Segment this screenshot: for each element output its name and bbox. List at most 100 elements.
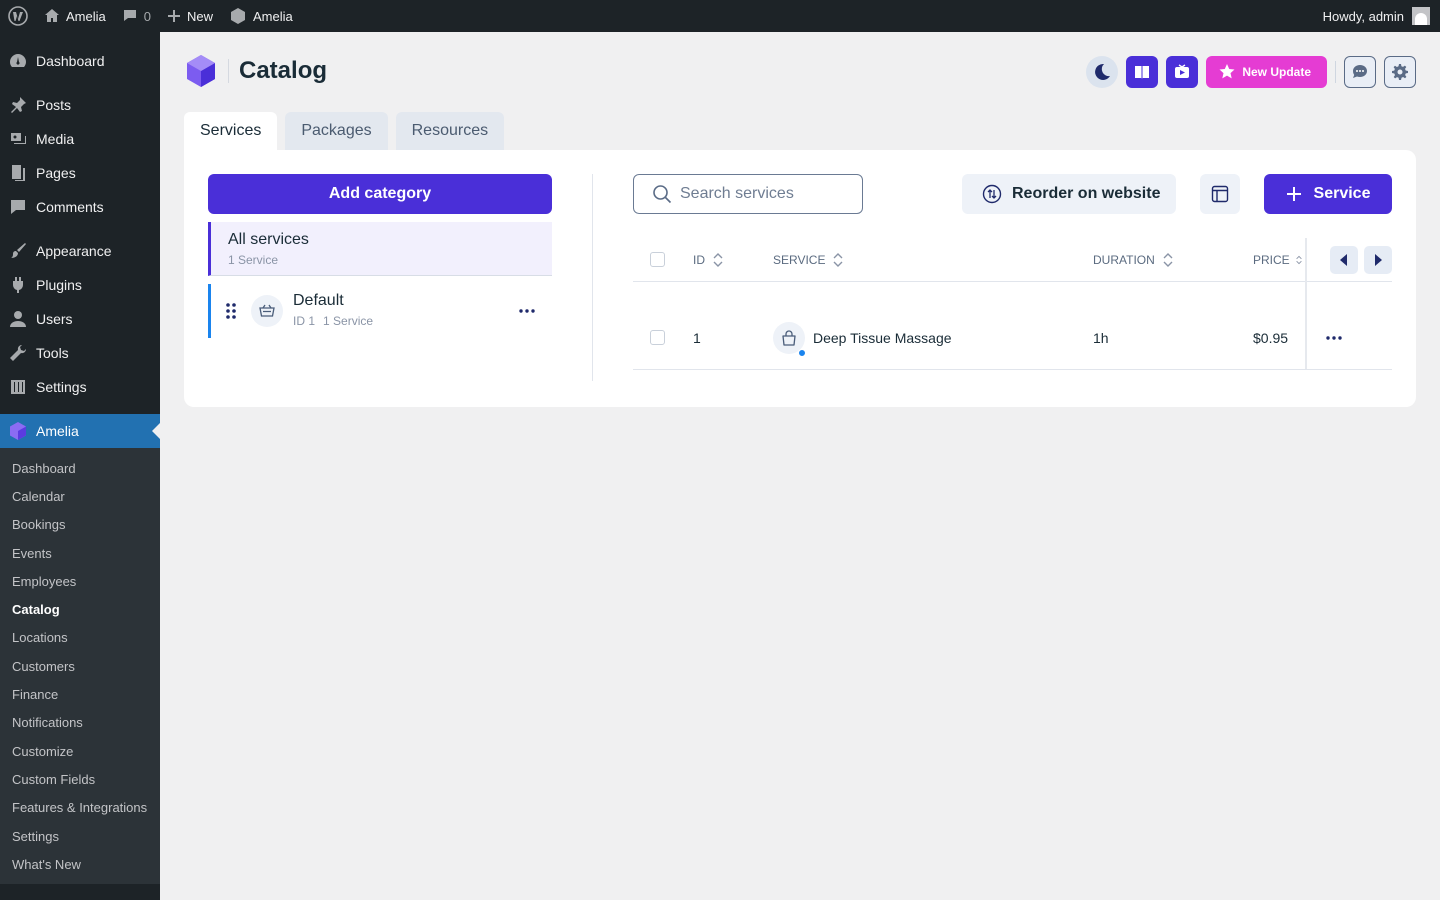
submenu-custom-fields[interactable]: Custom Fields [0,765,160,793]
table-row[interactable]: 1 Deep Tissue Massage 1h $0.95 [633,282,1392,370]
video-icon [1175,64,1190,78]
submenu-notifications[interactable]: Notifications [0,709,160,737]
wordpress-logo-button[interactable] [0,0,36,32]
drag-handle-icon[interactable] [225,301,237,321]
menu-item-plugins[interactable]: Plugins [0,268,160,302]
tab-services[interactable]: Services [184,112,278,150]
menu-item-media[interactable]: Media [0,122,160,156]
plus-icon [1286,187,1301,201]
submenu-bookings[interactable]: Bookings [0,511,160,539]
scroll-right-button[interactable] [1364,245,1392,274]
greeting: Howdy, admin [1322,8,1404,24]
amelia-adminbar-link[interactable]: Amelia [221,0,301,32]
menu-item-comments[interactable]: Comments [0,190,160,224]
chat-icon [1352,65,1367,78]
menu-item-appearance[interactable]: Appearance [0,234,160,268]
column-header-service[interactable]: SERVICE [773,252,843,268]
reorder-on-website-button[interactable]: Reorder on website [962,174,1176,214]
table-columns-icon [1211,185,1229,203]
comments-count: 0 [143,8,151,24]
category-more-button[interactable] [518,302,536,320]
column-header-price[interactable]: PRICE [1253,252,1302,268]
sort-icon [1295,255,1302,264]
row-checkbox[interactable] [650,330,665,345]
category-all-services[interactable]: All services 1 Service [208,222,552,276]
select-all-checkbox[interactable] [650,252,665,267]
menu-item-posts[interactable]: Posts [0,88,160,122]
new-content-link[interactable]: New [159,0,221,32]
pages-icon [12,165,25,181]
my-account[interactable]: Howdy, admin [1323,7,1440,25]
scroll-left-button[interactable] [1330,245,1358,274]
sort-icon [713,252,723,267]
wordpress-icon [8,6,28,26]
site-name: Amelia [66,8,106,24]
cell-duration: 1h [1093,330,1109,346]
comment-icon [11,200,25,214]
main-content: Catalog New Update Services Packages Res… [160,32,1440,900]
amelia-icon [231,8,245,24]
tab-resources[interactable]: Resources [395,112,505,150]
add-service-button[interactable]: Service [1264,174,1392,214]
submenu-catalog[interactable]: Catalog [0,595,160,623]
menu-item-settings[interactable]: Settings [0,370,160,404]
chat-support-button[interactable] [1344,56,1376,88]
submenu-customers[interactable]: Customers [0,652,160,680]
column-header-id[interactable]: ID [693,252,723,268]
submenu-whats-new[interactable]: What's New [0,850,160,878]
admin-sidebar: Dashboard Posts Media Pages Comments App… [0,32,160,900]
star-icon [1219,64,1235,79]
page-title: Catalog [239,57,328,84]
settings-button[interactable] [1384,56,1416,88]
dashboard-icon [10,54,26,67]
sliders-icon [11,380,25,394]
plugin-icon [12,277,24,293]
wrench-icon [10,344,27,361]
header-actions: New Update [1086,56,1416,88]
caret-left-icon [1340,253,1347,266]
search-input[interactable] [680,185,850,203]
column-header-duration[interactable]: DURATION [1093,252,1173,268]
comments-link[interactable]: 0 [114,0,159,32]
sort-icon [833,252,843,267]
reorder-icon [982,184,1002,204]
submenu-features-integrations[interactable]: Features & Integrations [0,794,160,822]
submenu-locations[interactable]: Locations [0,624,160,652]
cell-id: 1 [693,330,701,346]
page-header: Catalog [184,54,327,88]
more-horizontal-icon [1326,336,1342,340]
category-default[interactable]: Default ID 11 Service [208,284,552,338]
add-service-label: Service [1313,185,1371,202]
documentation-button[interactable] [1126,56,1159,88]
gear-icon [1392,64,1408,80]
add-category-button[interactable]: Add category [208,174,552,214]
submenu-finance[interactable]: Finance [0,680,160,708]
submenu-dashboard[interactable]: Dashboard [0,454,160,482]
row-more-button[interactable] [1325,328,1343,344]
menu-item-tools[interactable]: Tools [0,336,160,370]
submenu-settings[interactable]: Settings [0,822,160,850]
basket-icon [251,295,283,327]
categories-panel: Add category All services 1 Service Defa… [208,174,552,338]
service-bag-icon [773,322,806,357]
menu-item-users[interactable]: Users [0,302,160,336]
new-update-label: New Update [1242,65,1311,79]
site-home-link[interactable]: Amelia [36,0,114,32]
column-settings-button[interactable] [1200,174,1240,214]
sort-icon [1163,252,1173,267]
submenu-calendar[interactable]: Calendar [0,482,160,510]
tab-packages[interactable]: Packages [285,112,388,150]
submenu-customize[interactable]: Customize [0,737,160,765]
moon-icon [1095,63,1111,80]
search-services[interactable] [633,174,863,214]
menu-item-amelia[interactable]: Amelia [0,414,160,448]
video-tutorials-button[interactable] [1166,56,1199,88]
amelia-icon [10,422,26,440]
menu-item-pages[interactable]: Pages [0,156,160,190]
submenu-employees[interactable]: Employees [0,567,160,595]
new-update-button[interactable]: New Update [1206,56,1327,88]
menu-item-dashboard[interactable]: Dashboard [0,44,160,78]
category-meta: ID 11 Service [293,314,374,328]
dark-mode-toggle[interactable] [1086,56,1119,88]
submenu-events[interactable]: Events [0,539,160,567]
